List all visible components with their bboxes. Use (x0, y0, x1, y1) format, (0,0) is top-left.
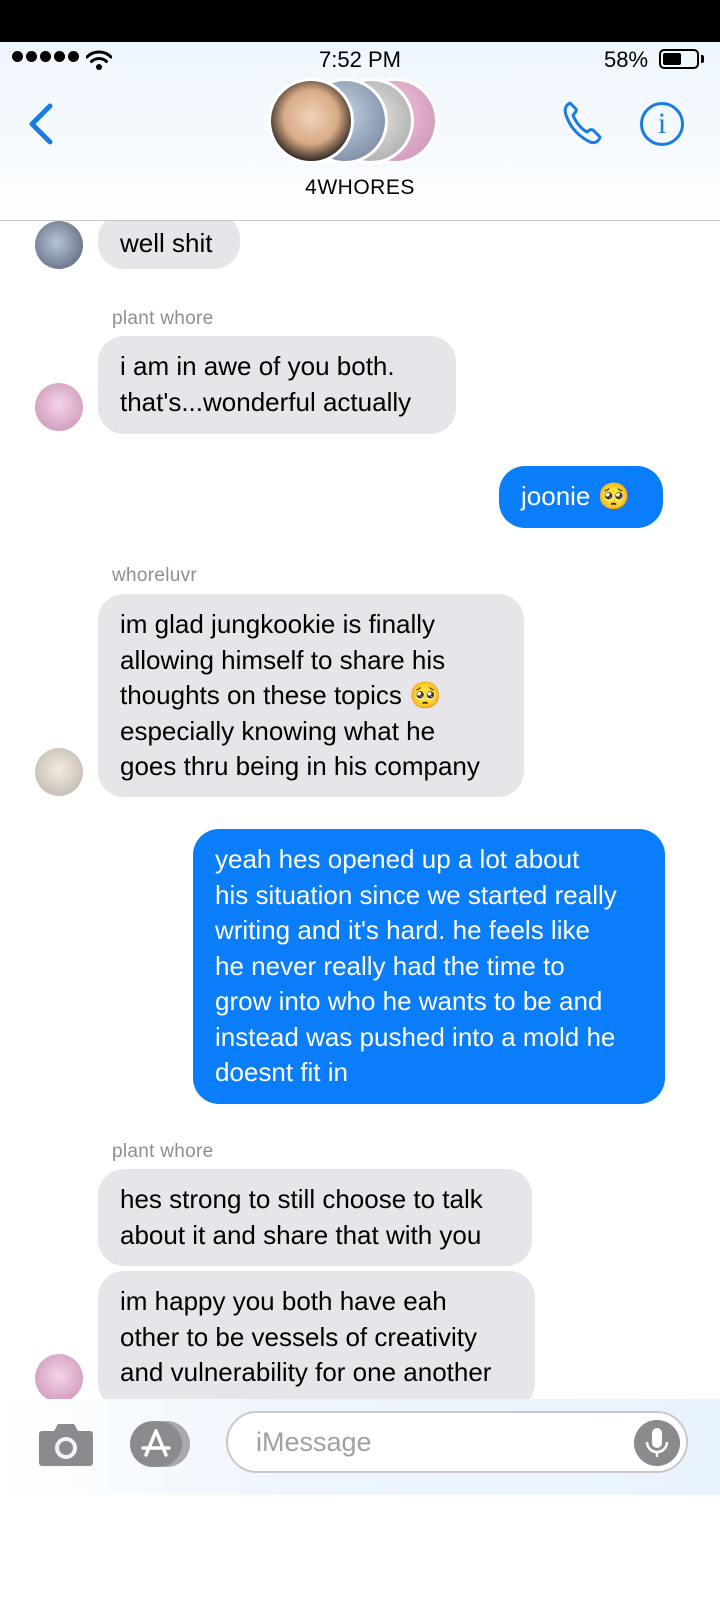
group-avatars[interactable] (268, 78, 448, 168)
group-member-avatar (268, 78, 354, 164)
message-bubble-incoming[interactable]: im happy you both have eah other to be v… (98, 1271, 535, 1399)
top-black-bar (0, 0, 720, 42)
message-bubble-incoming[interactable]: i am in awe of you both. that's...wonder… (98, 336, 456, 434)
sender-avatar (35, 748, 83, 796)
app-store-icon[interactable] (130, 1421, 190, 1467)
camera-icon[interactable] (38, 1421, 94, 1467)
sender-name: plant whore (112, 308, 214, 329)
info-icon[interactable]: i (640, 102, 684, 146)
sender-avatar (35, 1354, 83, 1399)
message-composer: iMessage (0, 1399, 720, 1495)
message-bubble-outgoing[interactable]: joonie 🥺 (499, 466, 663, 528)
message-thread[interactable]: well shit plant whore i am in awe of you… (0, 221, 720, 1399)
message-bubble-incoming[interactable]: im glad jungkookie is finally allowing h… (98, 594, 524, 797)
sender-avatar (35, 221, 83, 269)
keyboard-area (0, 1495, 720, 1600)
message-bubble-outgoing[interactable]: yeah hes opened up a lot about his situa… (193, 829, 665, 1104)
sender-name: plant whore (112, 1141, 214, 1162)
sender-avatar (35, 383, 83, 431)
battery-icon (659, 49, 699, 69)
message-input-placeholder: iMessage (256, 1427, 372, 1457)
group-name[interactable]: 4WHORES (0, 176, 720, 200)
message-bubble-incoming[interactable]: well shit (98, 221, 240, 269)
back-chevron-icon[interactable] (22, 100, 62, 150)
status-bar: 7:52 PM 58% (0, 42, 720, 80)
sender-name: whoreluvr (112, 565, 198, 586)
message-bubble-incoming[interactable]: hes strong to still choose to talk about… (98, 1169, 532, 1266)
message-input[interactable]: iMessage (226, 1411, 688, 1473)
phone-icon[interactable] (562, 100, 602, 146)
battery-percentage: 58% (604, 47, 649, 72)
conversation-header: 7:52 PM 58% 4WHORES i (0, 42, 720, 221)
microphone-icon[interactable] (634, 1420, 680, 1466)
